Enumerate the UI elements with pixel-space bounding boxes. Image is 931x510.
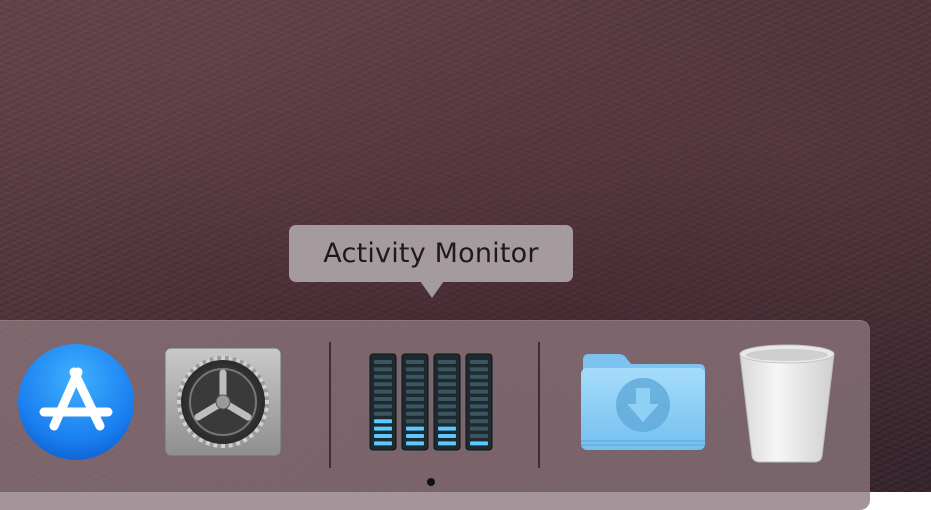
- app-store-icon: [18, 344, 134, 460]
- tooltip-arrow: [420, 281, 444, 298]
- dock-item-trash[interactable]: [736, 342, 838, 464]
- dock-divider-right: [538, 342, 540, 468]
- dock-tooltip: Activity Monitor: [289, 225, 573, 282]
- downloads-folder-icon: [581, 354, 705, 450]
- trash-icon: [739, 344, 835, 463]
- running-indicator: [427, 478, 435, 486]
- gear-icon: [164, 347, 282, 457]
- dock-item-activity-monitor[interactable]: [368, 352, 496, 452]
- activity-monitor-icon: [369, 353, 493, 451]
- dock-item-app-store[interactable]: [16, 342, 136, 462]
- dock-divider-left: [329, 342, 331, 468]
- tooltip-label: Activity Monitor: [323, 238, 539, 269]
- dock-item-downloads[interactable]: [579, 352, 707, 452]
- dock-item-system-preferences[interactable]: [164, 347, 282, 457]
